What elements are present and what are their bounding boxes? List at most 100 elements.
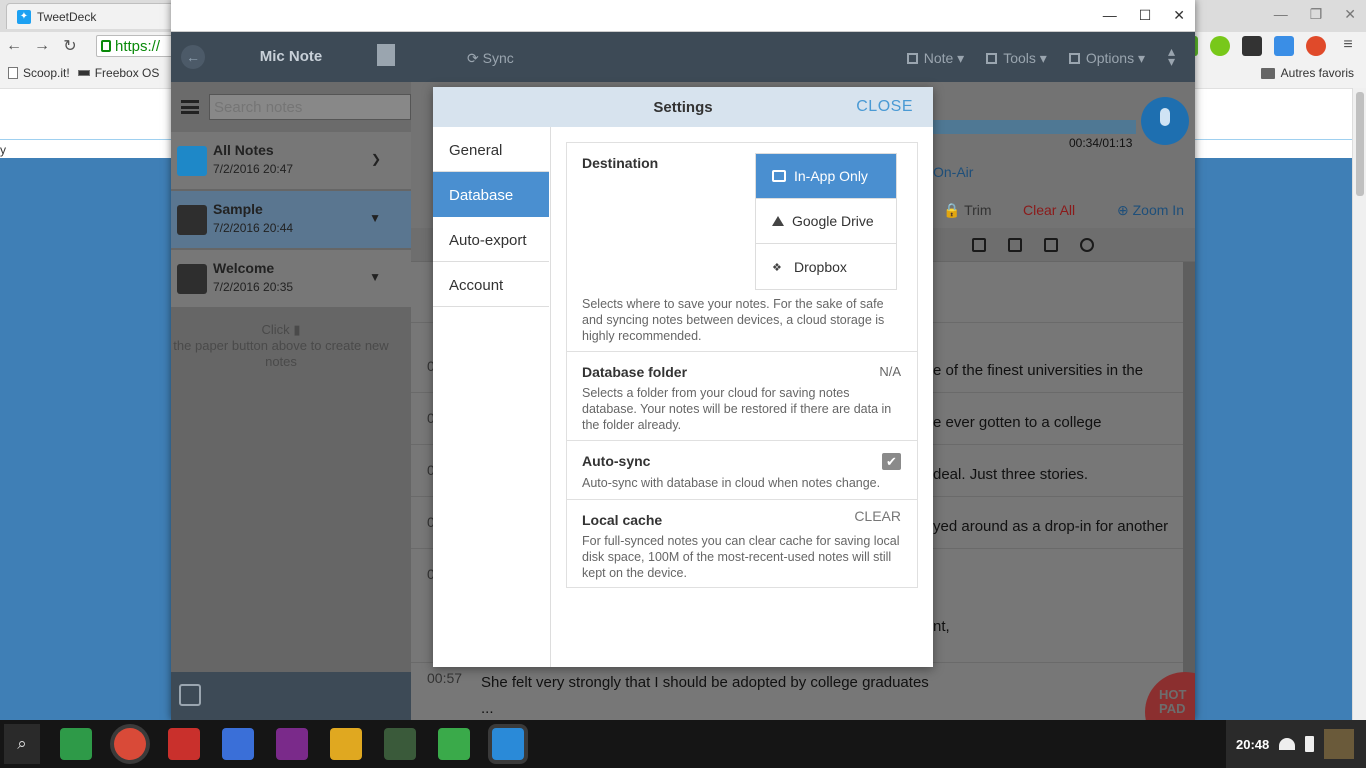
- wifi-icon: [1279, 738, 1296, 750]
- chrome-menu-icon[interactable]: ≡: [1338, 36, 1358, 56]
- close-button[interactable]: CLOSE: [856, 98, 913, 116]
- settings-header: Settings CLOSE: [433, 87, 933, 127]
- drive-icon: [772, 170, 786, 182]
- transcript-scrollbar[interactable]: [1183, 262, 1195, 720]
- search-row: [171, 82, 411, 132]
- bookmark-freebox[interactable]: Freebox OS: [77, 66, 159, 80]
- clear-all-button[interactable]: Clear All: [1023, 202, 1075, 218]
- chevron-down-icon[interactable]: ▼: [369, 270, 381, 284]
- search-input[interactable]: [209, 94, 411, 120]
- option-in-app-only[interactable]: In-App Only: [756, 154, 896, 199]
- expand-icon[interactable]: ▴ ▾: [1168, 44, 1175, 68]
- chrome-window-controls: — ❐ ✕: [1274, 6, 1356, 23]
- scrollbar-thumb[interactable]: [1356, 92, 1364, 196]
- database-folder-title: Database folder: [582, 364, 688, 380]
- maximize-icon[interactable]: ☐: [1139, 7, 1152, 24]
- nav-auto-export[interactable]: Auto-export: [433, 217, 549, 262]
- hint-click: Click: [261, 322, 290, 337]
- autosync-checkbox[interactable]: ✔: [882, 453, 901, 470]
- reload-icon[interactable]: ↻: [56, 36, 84, 56]
- extension-icons: ≡: [1178, 36, 1358, 56]
- gmail-app-icon[interactable]: [168, 728, 200, 760]
- menu-tools[interactable]: Tools ▾: [986, 50, 1047, 67]
- restore-icon[interactable]: ❐: [1310, 6, 1323, 23]
- hint-text: the paper button above to create new not…: [173, 338, 389, 369]
- menu-options[interactable]: Options ▾: [1068, 50, 1145, 67]
- chart-app-icon[interactable]: [384, 728, 416, 760]
- note-item-sample[interactable]: Sample 7/2/2016 20:44 ▼: [171, 191, 411, 249]
- google-drive-app-icon[interactable]: [60, 728, 92, 760]
- back-arrow-icon[interactable]: ←: [0, 37, 28, 55]
- timestamp[interactable]: 00:57: [427, 670, 462, 686]
- extension-red-icon[interactable]: [1306, 36, 1326, 56]
- page-scrollbar[interactable]: [1352, 88, 1366, 720]
- system-tray[interactable]: 20:48: [1226, 720, 1366, 768]
- zoom-in-button[interactable]: ⊕ Zoom In: [1117, 202, 1184, 219]
- onair-button[interactable]: On-Air: [933, 164, 973, 180]
- new-note-icon[interactable]: [377, 44, 395, 66]
- extension-blue-icon[interactable]: [1274, 36, 1294, 56]
- extension-chat-icon[interactable]: [1242, 36, 1262, 56]
- menu-note[interactable]: Note ▾: [906, 50, 964, 67]
- feedly-app-icon[interactable]: [438, 728, 470, 760]
- app-header: ← Mic Note ⟳ Sync Note ▾ Tools ▾ Options…: [171, 32, 1195, 82]
- image-icon[interactable]: [972, 238, 986, 252]
- micnote-app-icon[interactable]: [492, 728, 524, 760]
- playback-progress[interactable]: [931, 120, 1136, 134]
- option-google-drive[interactable]: Google Drive: [756, 199, 896, 244]
- hotpad-label: PAD: [1159, 701, 1186, 716]
- bookmark-scoopit[interactable]: Scoop.it!: [8, 66, 70, 80]
- trim-button[interactable]: 🔒 Trim: [943, 202, 992, 219]
- other-bookmarks[interactable]: Autres favoris: [1260, 66, 1354, 80]
- page-icon: [77, 70, 90, 76]
- note-item-all-notes[interactable]: All Notes 7/2/2016 20:47 ❯: [171, 132, 411, 190]
- option-label: Dropbox: [794, 258, 847, 275]
- chrome-tab-tweetdeck[interactable]: ✦ TweetDeck: [6, 3, 174, 29]
- note-icon: [906, 53, 918, 64]
- docs-app-icon[interactable]: [222, 728, 254, 760]
- taskbar: ⌕ 20:48: [0, 720, 1366, 768]
- forward-arrow-icon[interactable]: →: [28, 37, 56, 55]
- note-date: 7/2/2016 20:35: [213, 280, 294, 294]
- compose-icon[interactable]: [179, 684, 201, 706]
- microphone-icon[interactable]: [1141, 97, 1189, 145]
- nav-general[interactable]: General: [433, 127, 549, 172]
- transcript-line: nt,: [933, 618, 950, 635]
- database-folder-setting[interactable]: Database folder N/A Selects a folder fro…: [566, 351, 918, 441]
- option-dropbox[interactable]: ❖ Dropbox: [756, 244, 896, 289]
- omnibox-url: https://: [115, 37, 161, 55]
- app-window-controls: — ☐ ✕: [1103, 7, 1185, 24]
- pdf-icon[interactable]: [1008, 238, 1022, 252]
- onenote-app-icon[interactable]: [276, 728, 308, 760]
- omnibox[interactable]: https://: [96, 35, 176, 57]
- close-icon[interactable]: ✕: [1344, 6, 1356, 23]
- nav-account[interactable]: Account: [433, 262, 549, 307]
- page-icon: [8, 67, 18, 79]
- note-title: Welcome: [213, 260, 275, 276]
- autosync-setting: Auto-sync ✔ Auto-sync with database in c…: [566, 440, 918, 500]
- chevron-down-icon[interactable]: ▼: [369, 211, 381, 225]
- extension-circle-icon[interactable]: [1210, 36, 1230, 56]
- close-icon[interactable]: ✕: [1173, 7, 1185, 24]
- destination-title: Destination: [582, 155, 659, 171]
- launcher-search-icon[interactable]: ⌕: [4, 724, 40, 764]
- note-item-welcome[interactable]: Welcome 7/2/2016 20:35 ▼: [171, 250, 411, 308]
- slides-app-icon[interactable]: [330, 728, 362, 760]
- hamburger-icon[interactable]: [181, 100, 199, 114]
- option-label: Google Drive: [792, 213, 874, 229]
- sync-button[interactable]: ⟳ Sync: [467, 50, 514, 67]
- empty-hint: Click ▮ the paper button above to create…: [171, 322, 391, 370]
- destination-options: In-App Only Google Drive ❖ Dropbox: [755, 153, 897, 290]
- chevron-right-icon[interactable]: ❯: [371, 152, 381, 166]
- option-label: In-App Only: [794, 168, 868, 184]
- transcript-line: deal. Just three stories.: [933, 466, 1089, 483]
- clear-cache-button[interactable]: CLEAR: [854, 508, 901, 524]
- search-icon[interactable]: [1080, 238, 1094, 252]
- note-title: Sample: [213, 201, 263, 217]
- nav-database[interactable]: Database: [433, 172, 549, 217]
- clock: 20:48: [1236, 736, 1270, 752]
- minimize-icon[interactable]: —: [1274, 6, 1288, 23]
- camera-icon[interactable]: [1044, 238, 1058, 252]
- chrome-app-icon[interactable]: [114, 728, 146, 760]
- minimize-icon[interactable]: —: [1103, 7, 1117, 24]
